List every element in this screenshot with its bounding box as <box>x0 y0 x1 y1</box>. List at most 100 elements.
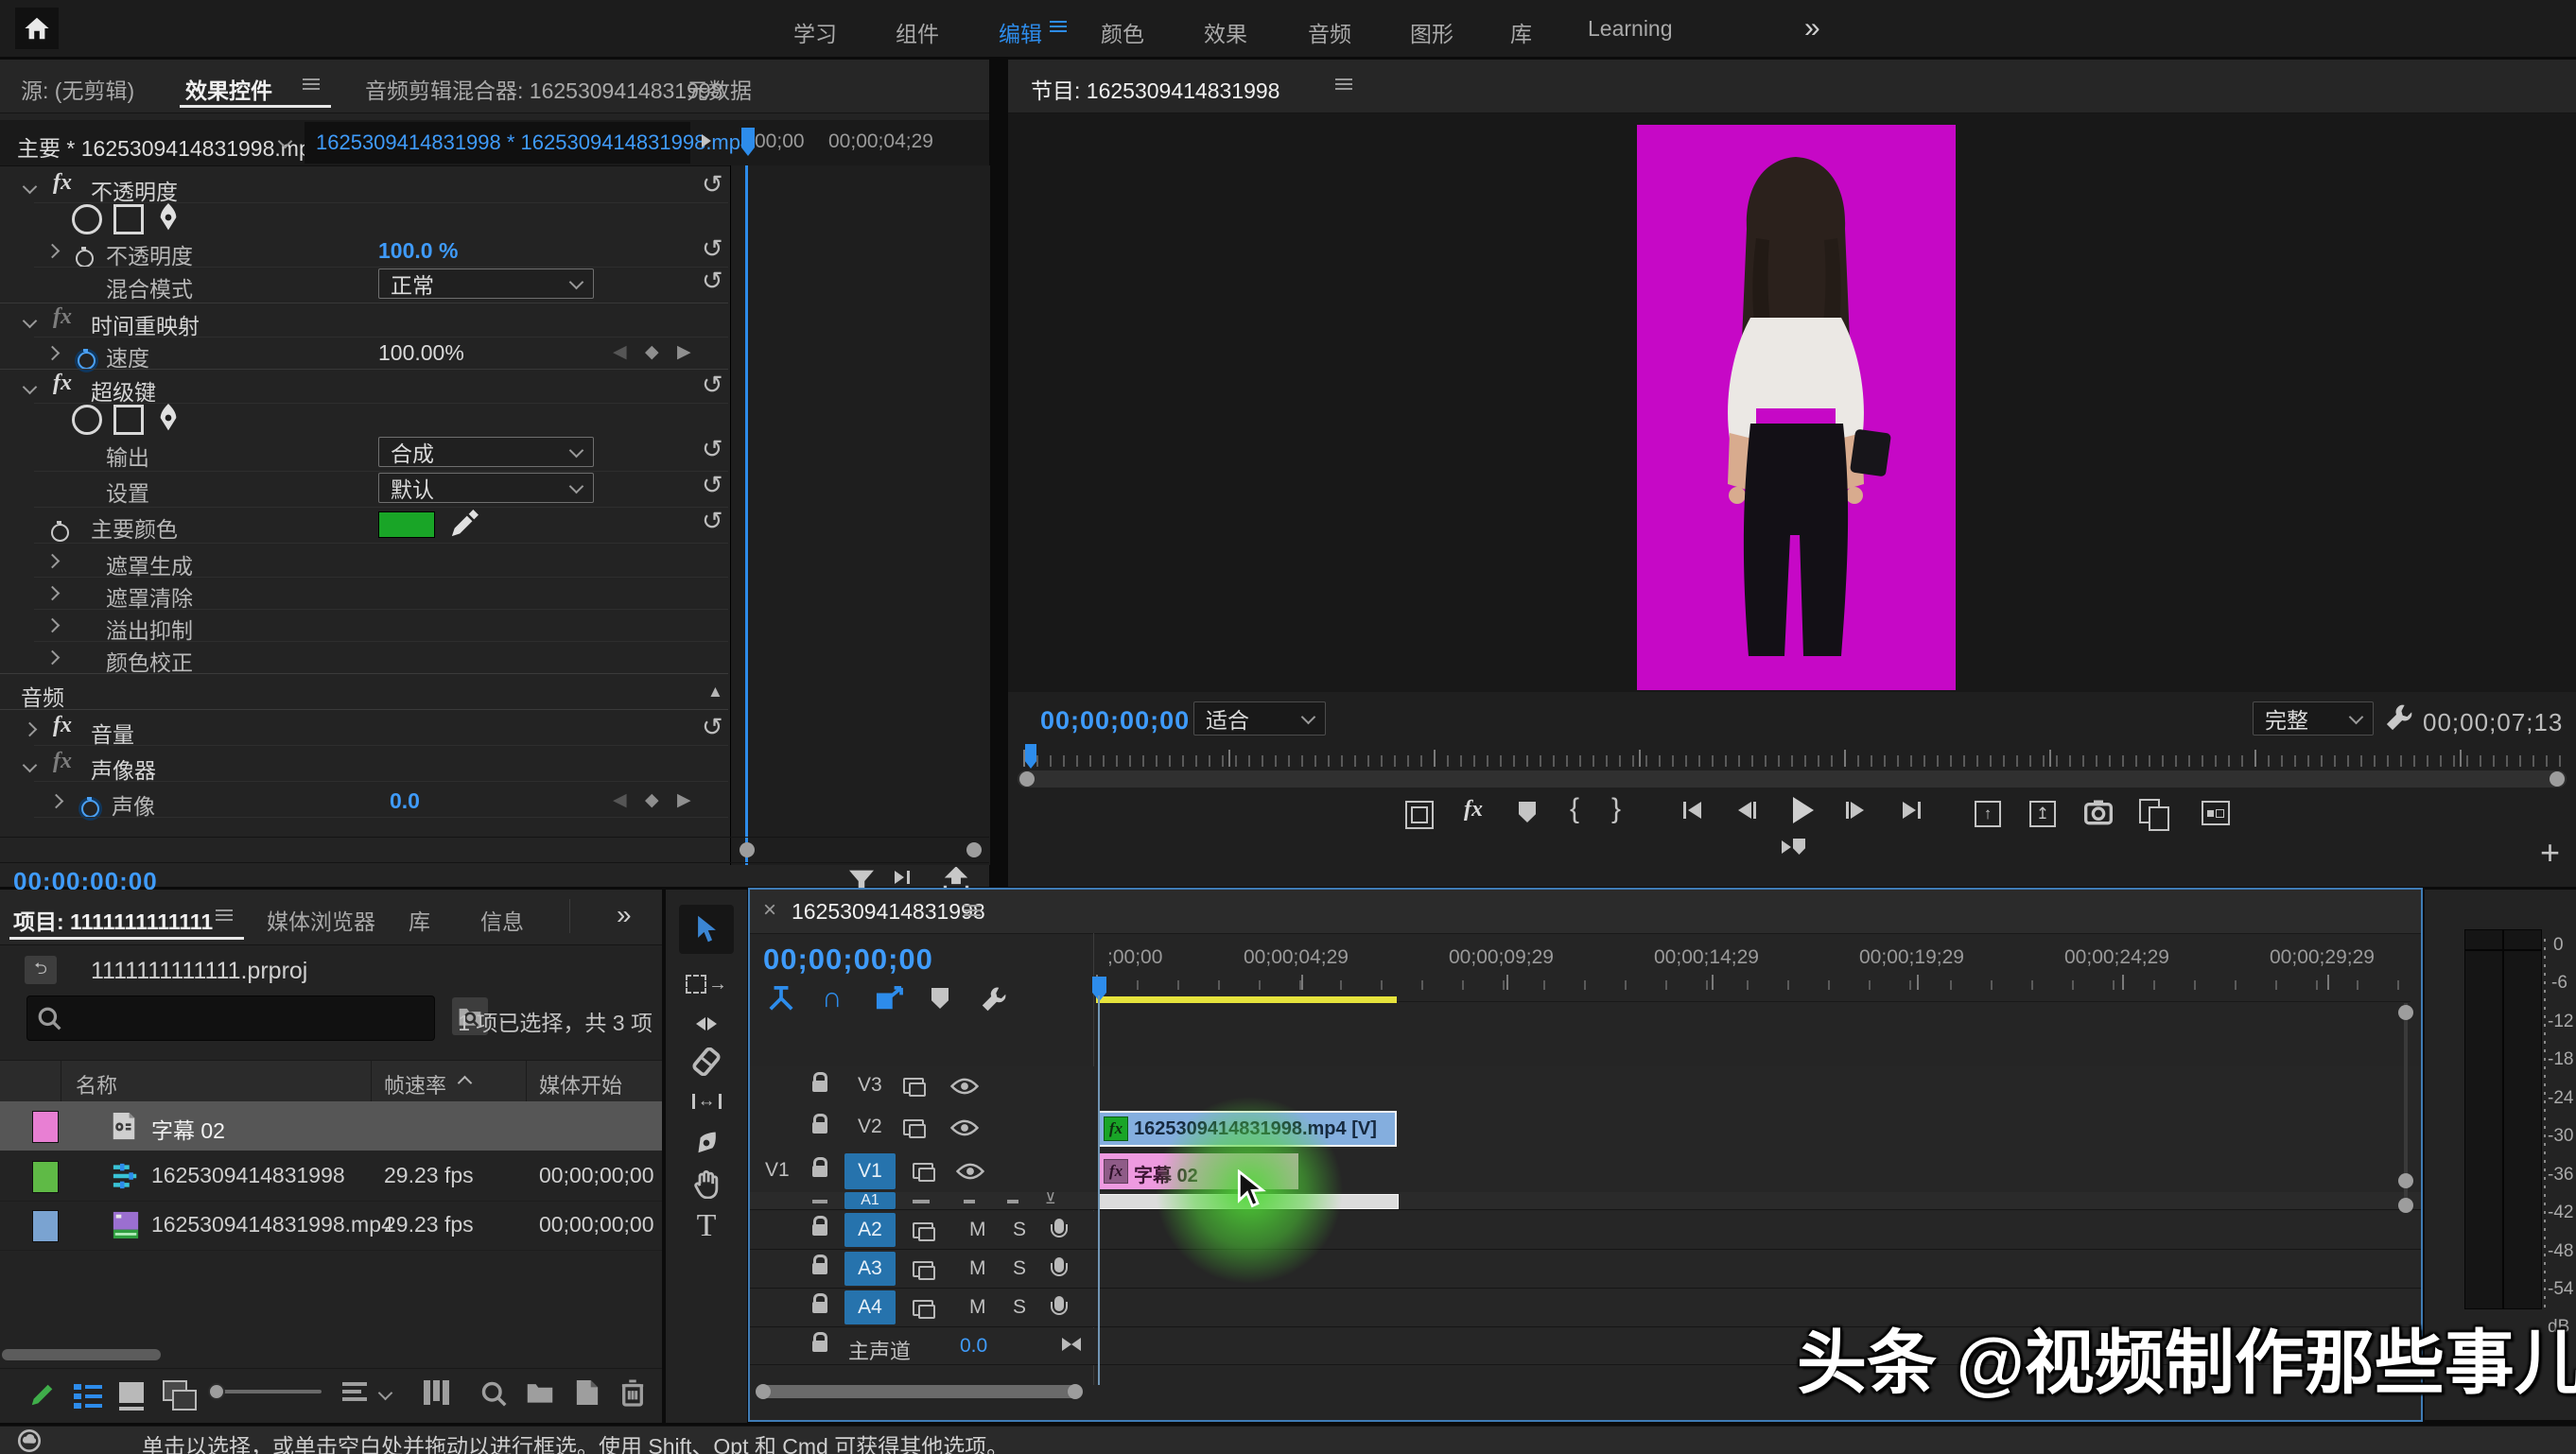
track-select-tool-icon[interactable]: → <box>685 965 728 1003</box>
track-lock-icon[interactable] <box>812 1216 827 1236</box>
pen-tool-icon[interactable] <box>685 1124 728 1162</box>
prev-keyframe-icon[interactable]: ◀ <box>613 789 627 810</box>
export-to-tape-icon[interactable] <box>1782 839 1805 855</box>
timeline-ruler[interactable]: ;00;00 00;00;04;29 00;00;09;29 00;00;14;… <box>1096 943 2411 1002</box>
playback-quality-dropdown[interactable]: 完整 <box>2253 701 2374 736</box>
track-header-v3[interactable]: V3 <box>750 1066 1093 1106</box>
menu-item-learning[interactable]: Learning <box>1588 16 1673 42</box>
razor-tool-icon[interactable] <box>685 1043 728 1081</box>
track-lock-icon[interactable] <box>812 1293 827 1313</box>
solo-button[interactable]: S <box>1013 1257 1026 1280</box>
track-header-v2[interactable]: V2 <box>750 1106 1093 1150</box>
vscroll-handle-bot[interactable] <box>2398 1198 2413 1213</box>
project-root-icon[interactable]: ⮌ <box>25 956 57 984</box>
selection-tool-active-box[interactable] <box>679 905 734 954</box>
track-header-master[interactable]: 主声道 0.0 <box>750 1328 1093 1364</box>
twirl-speed-param[interactable] <box>44 345 61 361</box>
voiceover-record-icon[interactable] <box>1051 1257 1068 1276</box>
track-header-a1[interactable]: A1 ⊻ <box>750 1192 1093 1209</box>
track-name-v3[interactable]: V3 <box>858 1074 882 1097</box>
project-row-subtitle[interactable]: 字幕 02 <box>0 1101 662 1151</box>
slip-tool-icon[interactable]: ↔ <box>685 1082 728 1120</box>
sync-lock-icon[interactable] <box>913 1300 935 1319</box>
lift-icon[interactable]: ↑ <box>1975 801 2001 827</box>
menu-item-libraries[interactable]: 库 <box>1510 16 1532 48</box>
key-color-stopwatch-icon[interactable] <box>51 520 69 542</box>
eyedropper-icon[interactable] <box>450 510 479 538</box>
freeform-view-icon[interactable] <box>163 1380 197 1411</box>
reset-output-icon[interactable]: ↺ <box>702 435 723 464</box>
menu-item-graphics[interactable]: 图形 <box>1410 16 1453 48</box>
pen-mask-icon[interactable] <box>155 203 182 232</box>
pan-value[interactable]: 0.0 <box>390 788 420 814</box>
reset-opacity-icon[interactable]: ↺ <box>702 170 723 199</box>
timeline-settings-wrench-icon[interactable] <box>981 986 1007 1013</box>
next-keyframe-icon[interactable]: ▶ <box>677 341 691 362</box>
type-tool-icon[interactable]: T <box>685 1207 728 1245</box>
menu-item-color[interactable]: 颜色 <box>1101 16 1144 48</box>
sort-menu-chevron-icon[interactable] <box>377 1385 393 1401</box>
step-forward-icon[interactable] <box>1846 802 1864 819</box>
track-visibility-eye-icon[interactable] <box>950 1118 979 1137</box>
ripple-edit-tool-icon[interactable] <box>685 1005 728 1043</box>
sync-lock-icon[interactable] <box>913 1222 935 1241</box>
track-target-a3[interactable]: A3 <box>844 1252 896 1286</box>
timeline-timecode[interactable]: 00;00;00;00 <box>763 943 933 977</box>
reset-setting-icon[interactable]: ↺ <box>702 471 723 500</box>
play-button-icon[interactable] <box>1793 797 1814 823</box>
vscroll-handle-top[interactable] <box>2398 1005 2413 1020</box>
timeline-panel-menu-icon[interactable] <box>964 905 981 907</box>
list-view-icon[interactable] <box>74 1384 102 1409</box>
timeline-add-marker-icon[interactable] <box>931 988 949 1009</box>
mark-out-icon[interactable]: } <box>1611 793 1621 825</box>
new-bin-icon[interactable] <box>526 1380 554 1405</box>
twirl-spill-suppression[interactable] <box>44 617 61 633</box>
snap-magnet-icon[interactable]: ∩ <box>822 982 843 1014</box>
rect-mask-icon[interactable] <box>113 405 144 435</box>
twirl-color-correction[interactable] <box>44 649 61 666</box>
creative-cloud-icon[interactable] <box>17 1428 42 1453</box>
ellipse-mask-icon[interactable] <box>72 405 102 435</box>
writable-pencil-icon[interactable] <box>28 1380 57 1409</box>
spill-suppression-label[interactable]: 溢出抑制 <box>106 613 193 645</box>
effects-playhead-line[interactable] <box>745 165 748 865</box>
program-panel-menu-icon[interactable] <box>1335 78 1352 80</box>
track-header-a3[interactable]: A3 M S <box>750 1250 1093 1288</box>
track-lock-icon[interactable] <box>812 1255 827 1274</box>
mute-button[interactable]: M <box>969 1257 986 1280</box>
twirl-opacity-param[interactable] <box>44 243 61 259</box>
volume-group-label[interactable]: 音量 <box>91 717 134 749</box>
output-dropdown[interactable]: 合成 <box>378 437 594 467</box>
master-volume-value[interactable]: 0.0 <box>960 1335 987 1358</box>
tab-source-monitor[interactable]: 源: (无剪辑) <box>21 73 134 105</box>
tab-metadata[interactable]: 元数据 <box>687 73 752 105</box>
track-lock-icon[interactable] <box>812 1114 827 1134</box>
reset-key-color-icon[interactable]: ↺ <box>702 507 723 536</box>
tab-timeline-sequence[interactable]: 1625309414831998 <box>792 899 985 925</box>
twirl-ultra-key-group[interactable] <box>22 379 38 395</box>
tab-audio-clip-mixer[interactable]: 音频剪辑混合器: 1625309414831998 <box>365 73 722 105</box>
source-patch-v1[interactable]: V1 <box>765 1159 790 1182</box>
menu-item-components[interactable]: 组件 <box>896 16 939 48</box>
goto-out-icon[interactable] <box>1903 802 1921 819</box>
close-tab-icon[interactable]: × <box>763 897 776 924</box>
blend-mode-dropdown[interactable]: 正常 <box>378 268 594 299</box>
zoom-level-dropdown[interactable]: 适合 <box>1193 701 1326 736</box>
step-back-icon[interactable] <box>1738 802 1756 819</box>
pan-stopwatch-icon[interactable] <box>81 796 99 818</box>
play-only-video-icon[interactable] <box>895 871 910 884</box>
pen-mask-icon[interactable] <box>155 404 182 432</box>
ellipse-mask-icon[interactable] <box>72 204 102 234</box>
vscroll-handle-mid[interactable] <box>2398 1173 2413 1188</box>
add-keyframe-icon[interactable]: ◆ <box>645 341 659 362</box>
track-visibility-eye-icon[interactable] <box>950 1077 979 1096</box>
hand-tool-icon[interactable] <box>685 1166 728 1203</box>
sort-ascending-icon[interactable] <box>457 1075 473 1091</box>
matte-generation-label[interactable]: 遮罩生成 <box>106 548 193 580</box>
add-marker-icon[interactable] <box>1519 802 1536 822</box>
column-name[interactable]: 名称 <box>76 1069 117 1099</box>
program-timecode[interactable]: 00;00;00;00 <box>1040 706 1190 736</box>
project-file-name[interactable]: 1111111111111.prproj <box>91 958 307 985</box>
label-color-blue[interactable] <box>32 1210 59 1242</box>
new-item-icon[interactable] <box>575 1378 600 1407</box>
